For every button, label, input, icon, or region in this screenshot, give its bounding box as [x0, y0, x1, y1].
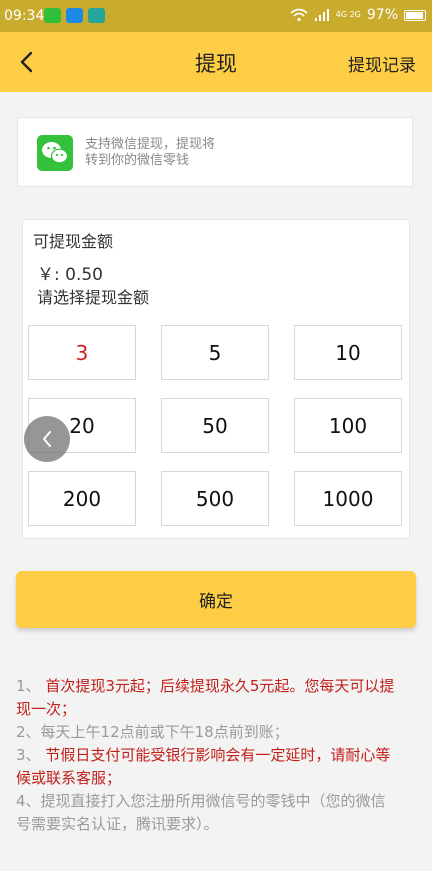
amount-option-100[interactable]: 100 — [294, 398, 402, 453]
wechat-logo-icon — [37, 135, 73, 171]
confirm-button[interactable]: 确定 — [16, 571, 416, 628]
amount-card: 可提现金额 ￥: 0.50 请选择提现金额 3 5 10 20 50 100 2… — [22, 219, 410, 539]
amount-option-1000[interactable]: 1000 — [294, 471, 402, 526]
signal-icon — [314, 9, 329, 21]
wechat-icon — [44, 8, 61, 23]
note-item: 3、 节假日支付可能受银行影响会有一定延时，请耐心等候或联系客服； — [16, 746, 391, 787]
wechat-info-text: 支持微信提现，提现将 转到你的微信零钱 — [85, 137, 265, 169]
note-item: 2、每天上午12点前或下午18点前到账； — [16, 723, 289, 741]
amount-option-10[interactable]: 10 — [294, 325, 402, 380]
status-time: 09:34 — [4, 8, 45, 24]
wechat-info-line-1: 支持微信提现，提现将 — [85, 137, 216, 152]
amount-option-50[interactable]: 50 — [161, 398, 269, 453]
amount-option-500[interactable]: 500 — [161, 471, 269, 526]
wechat-info-line-2: 转到你的微信零钱 — [85, 153, 190, 168]
network-type: 4G 2G — [335, 10, 361, 19]
amount-option-3[interactable]: 3 — [28, 325, 136, 380]
balance-value: ￥: 0.50 — [37, 265, 103, 285]
withdraw-notes: 1、 首次提现3元起；后续提现永久5元起。您每天可以提现一次； 2、每天上午12… — [16, 675, 396, 836]
amount-option-5[interactable]: 5 — [161, 325, 269, 380]
battery-icon — [404, 9, 426, 21]
battery-percent: 97% — [366, 7, 398, 23]
wifi-icon — [290, 8, 308, 22]
amount-option-200[interactable]: 200 — [28, 471, 136, 526]
wechat-info-card: 支持微信提现，提现将 转到你的微信零钱 — [17, 117, 413, 187]
withdraw-record-link[interactable]: 提现记录 — [348, 51, 416, 76]
scan-icon — [88, 8, 105, 23]
available-amount-label: 可提现金额 — [33, 232, 114, 251]
choose-amount-label: 请选择提现金额 — [37, 288, 150, 307]
app-header: 提现 提现记录 — [0, 32, 432, 92]
status-bar: 09:34 4G 2G 97% — [0, 0, 432, 32]
note-item: 4、提现直接打入您注册所用微信号的零钱中（您的微信号需要实名认证，腾讯要求）。 — [16, 792, 386, 833]
message-icon — [66, 8, 83, 23]
note-item: 1、 首次提现3元起；后续提现永久5元起。您每天可以提现一次； — [16, 677, 395, 718]
chevron-left-icon — [43, 431, 51, 447]
floating-back-button[interactable] — [24, 416, 70, 462]
